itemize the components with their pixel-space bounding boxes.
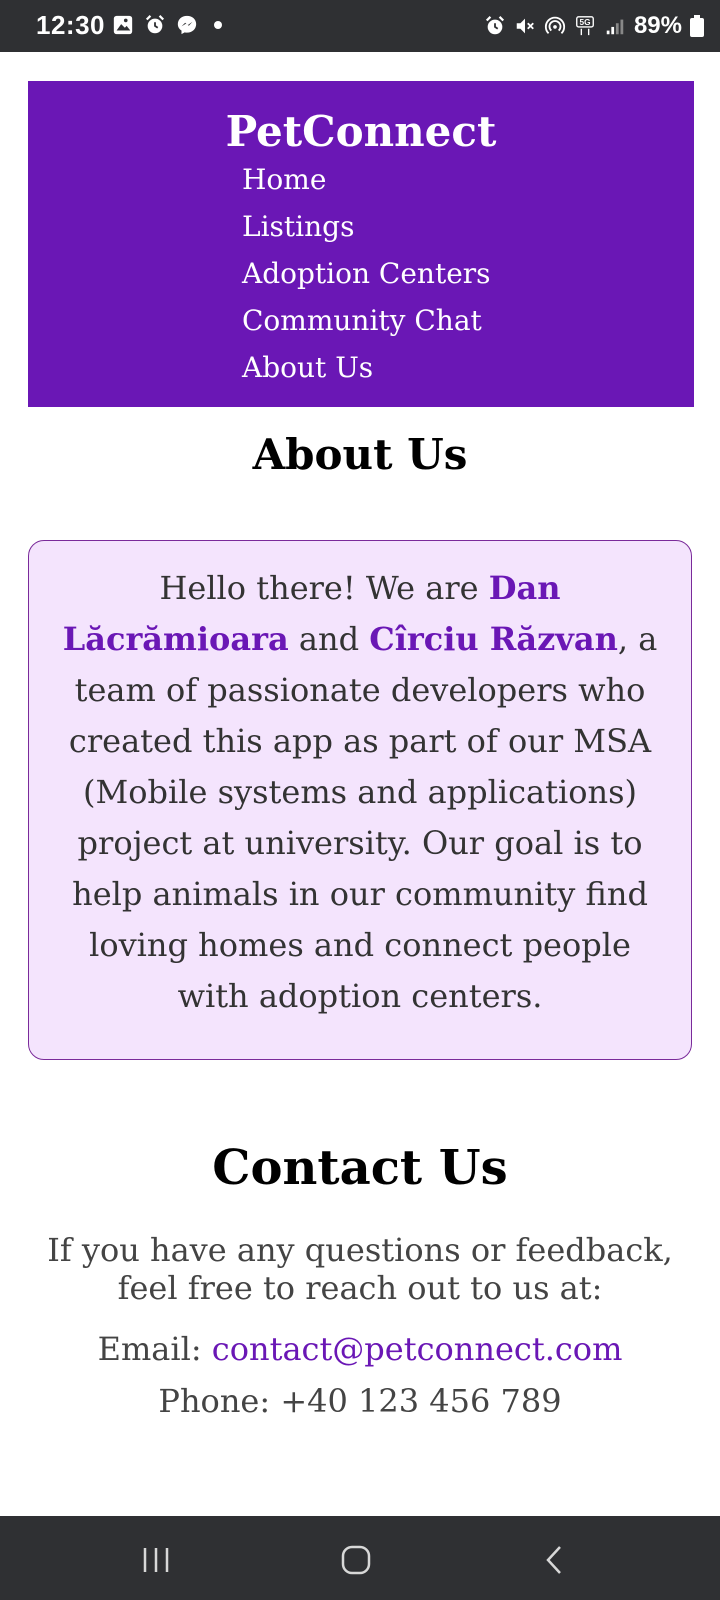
recent-apps-icon[interactable] [138,1542,174,1578]
alarm-icon [485,16,505,35]
messenger-icon [177,15,197,35]
about-text-part-3: , a team of passionate developers who cr… [68,620,658,1015]
svg-text:5G: 5G [579,18,590,27]
hotspot-icon [544,16,566,34]
signal-icon [606,19,624,35]
status-time: 12:30 [36,10,105,40]
contact-email-row: Email: contact@petconnect.com [0,1330,720,1368]
home-icon[interactable] [338,1542,374,1578]
nav-item-home[interactable]: Home [242,156,491,203]
contact-intro: If you have any questions or feedback, f… [47,1231,673,1307]
image-icon [113,15,133,35]
email-label: Email: [97,1330,212,1368]
status-bar: 12:30 5G 89% [0,0,720,52]
alarm-icon [145,15,165,34]
system-nav-bar [0,1516,720,1600]
battery-percent: 89% [633,12,682,39]
battery-icon [690,15,704,37]
nav-item-listings[interactable]: Listings [242,203,491,250]
about-text-part-2: and [288,620,370,658]
nav-item-community-chat[interactable]: Community Chat [242,297,491,344]
about-card: Hello there! We are Dan Lăcrămioara and … [28,540,692,1060]
nav-item-about-us[interactable]: About Us [242,344,491,391]
mute-icon [516,18,534,34]
contact-phone: Phone: +40 123 456 789 [158,1382,562,1420]
main-nav: Home Listings Adoption Centers Community… [242,156,491,391]
5g-icon: 5G [576,16,594,36]
nav-item-adoption-centers[interactable]: Adoption Centers [242,250,491,297]
email-link[interactable]: contact@petconnect.com [212,1330,623,1368]
back-icon[interactable] [538,1542,574,1578]
developer-name-2: Cîrciu Răzvan [369,620,618,658]
app-header: PetConnect Home Listings Adoption Center… [28,81,694,407]
contact-title: Contact Us [212,1140,508,1196]
about-text-part-1: Hello there! We are [159,569,489,607]
brand-title[interactable]: PetConnect [28,107,694,156]
about-title: About Us [252,430,468,479]
notification-dot-icon [214,21,222,29]
